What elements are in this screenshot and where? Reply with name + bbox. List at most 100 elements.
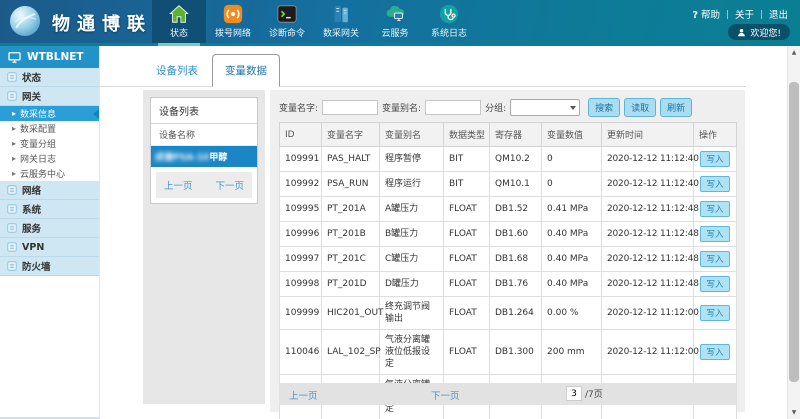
cell-alias: D罐压力 [380, 272, 444, 297]
table-row: 110046 LAL_102_SP 气液分离罐液位低报设定 FLOAT DB1.… [280, 330, 737, 375]
write-button[interactable]: 写入 [700, 151, 729, 167]
next-page-link[interactable]: 下一页 [431, 388, 460, 402]
cell-register: DB1.52 [490, 197, 542, 222]
cell-id: 109995 [280, 197, 322, 222]
nav-item-status[interactable]: 状态 [152, 0, 206, 43]
welcome-user-button[interactable]: 欢迎您! [728, 24, 790, 40]
sidebar-subitem-gateway-log[interactable]: 网关日志 [0, 151, 99, 166]
cell-time: 2020-12-12 11:12:48 [602, 272, 694, 297]
scroll-down-arrow-icon[interactable]: ▼ [788, 406, 800, 419]
cell-action: 写入 [694, 247, 737, 272]
sidebar-item-vpn[interactable]: VPN [0, 238, 99, 257]
gateway-icon [330, 3, 352, 25]
cell-id: 109992 [280, 172, 322, 197]
page-number-input[interactable] [566, 386, 582, 401]
vertical-scrollbar[interactable]: ▲ ▼ [787, 46, 800, 419]
sidebar-item-network[interactable]: 网络 [0, 181, 99, 200]
col-header-register: 寄存器 [490, 123, 542, 147]
nav-label: 状态 [170, 26, 188, 39]
logout-link[interactable]: 退出 [769, 7, 788, 21]
cell-value: 0.00 % [542, 297, 602, 330]
device-next-page-link[interactable]: 下一页 [215, 178, 244, 192]
help-link[interactable]: 帮助 [692, 7, 720, 21]
cell-value: 0 [542, 172, 602, 197]
variable-name-input[interactable] [322, 100, 378, 115]
sidebar-item-service[interactable]: 服务 [0, 219, 99, 238]
write-button[interactable]: 写入 [700, 305, 729, 321]
cell-name: PT_201C [322, 247, 380, 272]
tab-bar: 设备列表 变量数据 [100, 55, 746, 87]
sidebar-item-system[interactable]: 系统 [0, 200, 99, 219]
device-name-masked: 成谱PSA-10 [155, 153, 209, 163]
read-button[interactable]: 读取 [624, 98, 656, 117]
page-number-group: /7页 [566, 386, 603, 401]
monitor-icon [8, 52, 21, 63]
write-button[interactable]: 写入 [700, 226, 729, 242]
nav-item-system-log[interactable]: 系统日志 [422, 0, 476, 43]
cell-register: DB1.68 [490, 247, 542, 272]
list-icon [7, 242, 17, 252]
refresh-button[interactable]: 刷新 [660, 98, 692, 117]
variable-alias-input[interactable] [425, 100, 481, 115]
sidebar-title-label: WTBLNET [27, 51, 84, 63]
sidebar-gateway-submenu: 数采信息 数采配置 变量分组 网关日志 云服务中心 [0, 106, 99, 181]
cell-name: PT_201D [322, 272, 380, 297]
write-button[interactable]: 写入 [700, 251, 729, 267]
sidebar-subitem-label: 数采信息 [20, 107, 56, 120]
cell-id: 110046 [280, 330, 322, 375]
cell-alias: B罐压力 [380, 222, 444, 247]
variables-table: ID 变量名字 变量别名 数据类型 寄存器 变量数值 更新时间 操作 10999… [279, 122, 737, 419]
sidebar-item-firewall[interactable]: 防火墙 [0, 257, 99, 276]
tab-device-list[interactable]: 设备列表 [146, 55, 208, 86]
write-button[interactable]: 写入 [700, 176, 729, 192]
selected-device-item[interactable]: 成谱PSA-10甲醇 [151, 146, 257, 167]
cell-value: 0.40 MPa [542, 247, 602, 272]
sidebar-subitem-data-config[interactable]: 数采配置 [0, 121, 99, 136]
scroll-up-arrow-icon[interactable]: ▲ [788, 46, 800, 59]
table-row: 109997 PT_201C C罐压力 FLOAT DB1.68 0.40 MP… [280, 247, 737, 272]
group-select[interactable] [510, 99, 580, 116]
scrollbar-thumb[interactable] [789, 82, 799, 382]
nav-item-cloud-service[interactable]: 云服务 [368, 0, 422, 43]
col-header-value: 变量数值 [542, 123, 602, 147]
tab-variable-data[interactable]: 变量数据 [212, 54, 280, 87]
write-button[interactable]: 写入 [700, 201, 729, 217]
prev-page-link[interactable]: 上一页 [289, 388, 318, 402]
variable-alias-label: 变量别名: [382, 101, 421, 114]
sidebar-title: WTBLNET [0, 46, 99, 68]
sidebar-subitem-data-info[interactable]: 数采信息 [0, 106, 99, 121]
cell-alias: 程序运行 [380, 172, 444, 197]
cell-time: 2020-12-12 11:12:40 [602, 172, 694, 197]
group-label: 分组: [485, 101, 506, 114]
nav-item-diagnose-command[interactable]: 诊断命令 [260, 0, 314, 43]
write-button[interactable]: 写入 [700, 344, 729, 360]
cell-name: PAS_HALT [322, 147, 380, 172]
cell-action: 写入 [694, 172, 737, 197]
divider [727, 10, 728, 19]
about-link[interactable]: 关于 [735, 7, 754, 21]
sidebar-subitem-cloud-center[interactable]: 云服务中心 [0, 166, 99, 181]
sidebar-item-label: 服务 [22, 221, 41, 235]
search-button[interactable]: 搜索 [588, 98, 620, 117]
main-content: 设备列表 变量数据 设备列表 设备名称 成谱PSA-10甲醇 上一页 下一页 变… [100, 46, 787, 419]
cell-alias: C罐压力 [380, 247, 444, 272]
write-button[interactable]: 写入 [700, 276, 729, 292]
active-pointer-icon [93, 109, 99, 119]
cell-time: 2020-12-12 11:12:00 [602, 330, 694, 375]
page-total-label: /7页 [585, 387, 603, 400]
sidebar-subitem-label: 网关日志 [20, 152, 56, 165]
sidebar-item-status[interactable]: 状态 [0, 68, 99, 87]
nav-item-dial-network[interactable]: 拨号网络 [206, 0, 260, 43]
filter-bar: 变量名字: 变量别名: 分组: 搜索 读取 刷新 [279, 97, 736, 117]
device-prev-page-link[interactable]: 上一页 [164, 178, 193, 192]
sidebar-item-label: 网关 [22, 89, 41, 103]
cell-id: 109996 [280, 222, 322, 247]
table-row: 109995 PT_201A A罐压力 FLOAT DB1.52 0.41 MP… [280, 197, 737, 222]
sidebar-subitem-variable-group[interactable]: 变量分组 [0, 136, 99, 151]
list-icon [7, 72, 17, 82]
nav-item-data-gateway[interactable]: 数采网关 [314, 0, 368, 43]
col-header-time: 更新时间 [602, 123, 694, 147]
sidebar-item-gateway[interactable]: 网关 [0, 87, 99, 106]
home-icon [168, 3, 190, 25]
system-log-icon [438, 3, 460, 25]
